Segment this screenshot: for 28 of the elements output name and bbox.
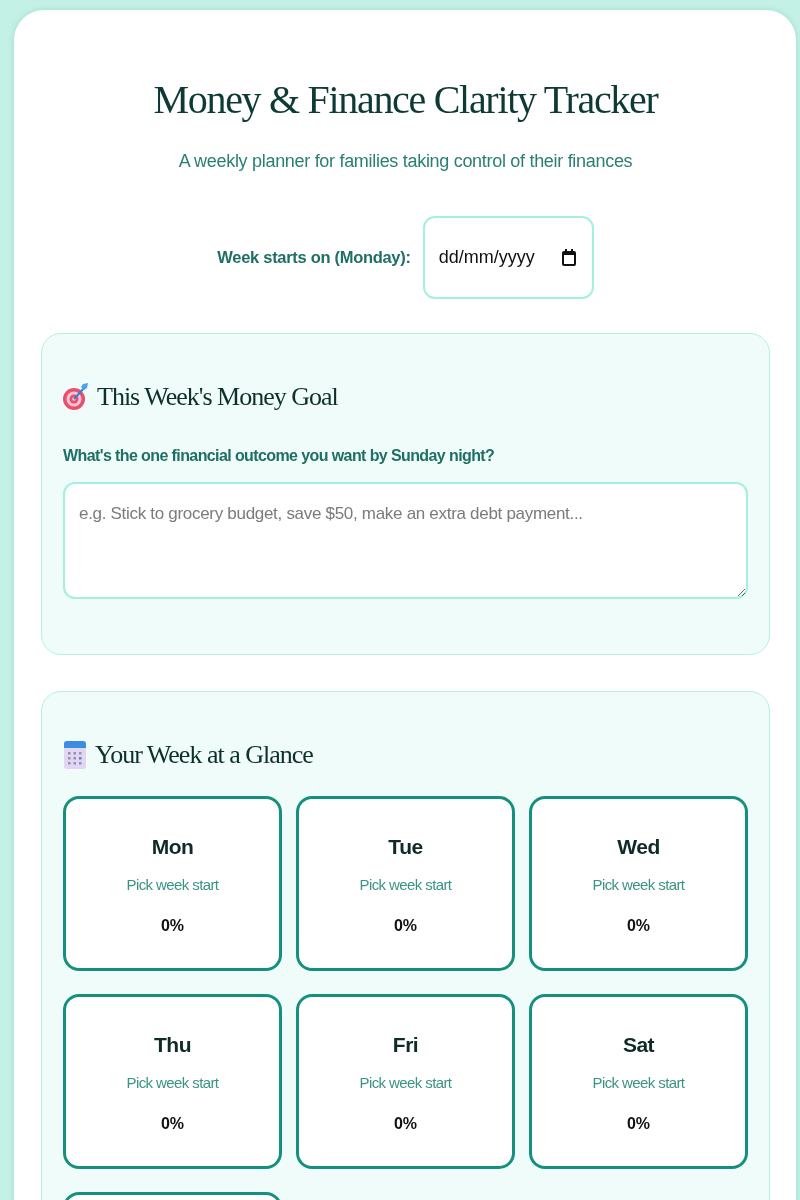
section-heading: Your Week at a Glance bbox=[95, 739, 313, 771]
day-name: Sat bbox=[622, 1033, 655, 1057]
day-status: Pick week start bbox=[359, 876, 452, 893]
goal-question: What's the one financial outcome you want by Sunday night? bbox=[63, 447, 496, 465]
calendar-icon bbox=[63, 740, 87, 770]
page-subtitle: A weekly planner for families taking control of their finances bbox=[177, 151, 634, 172]
day-name: Mon bbox=[151, 835, 194, 859]
day-status: Pick week start bbox=[126, 876, 219, 893]
day-name: Fri bbox=[392, 1033, 419, 1057]
day-name: Tue bbox=[388, 835, 423, 859]
day-percent: 0% bbox=[393, 1115, 418, 1133]
goal-field[interactable]: e.g. Stick to grocery budget, save $50, make an extra debt payment... bbox=[63, 482, 748, 599]
section-heading: This Week's Money Goal bbox=[97, 381, 338, 413]
day-status: Pick week start bbox=[126, 1074, 219, 1091]
day-percent: 0% bbox=[160, 1115, 185, 1133]
day-status: Pick week start bbox=[592, 1074, 685, 1091]
week-start-label: Week starts on (Monday): bbox=[217, 248, 411, 267]
day-status: Pick week start bbox=[359, 1074, 452, 1091]
day-status: Pick week start bbox=[592, 876, 685, 893]
day-percent: 0% bbox=[626, 917, 651, 935]
page-title: Money & Finance Clarity Tracker bbox=[152, 77, 660, 123]
day-name: Wed bbox=[617, 835, 660, 859]
day-percent: 0% bbox=[393, 917, 418, 935]
day-percent: 0% bbox=[626, 1115, 651, 1133]
day-percent: 0% bbox=[160, 917, 185, 935]
date-field[interactable]: dd/mm/yyyy bbox=[422, 216, 594, 299]
day-name: Thu bbox=[154, 1033, 191, 1057]
target-icon bbox=[63, 382, 89, 412]
